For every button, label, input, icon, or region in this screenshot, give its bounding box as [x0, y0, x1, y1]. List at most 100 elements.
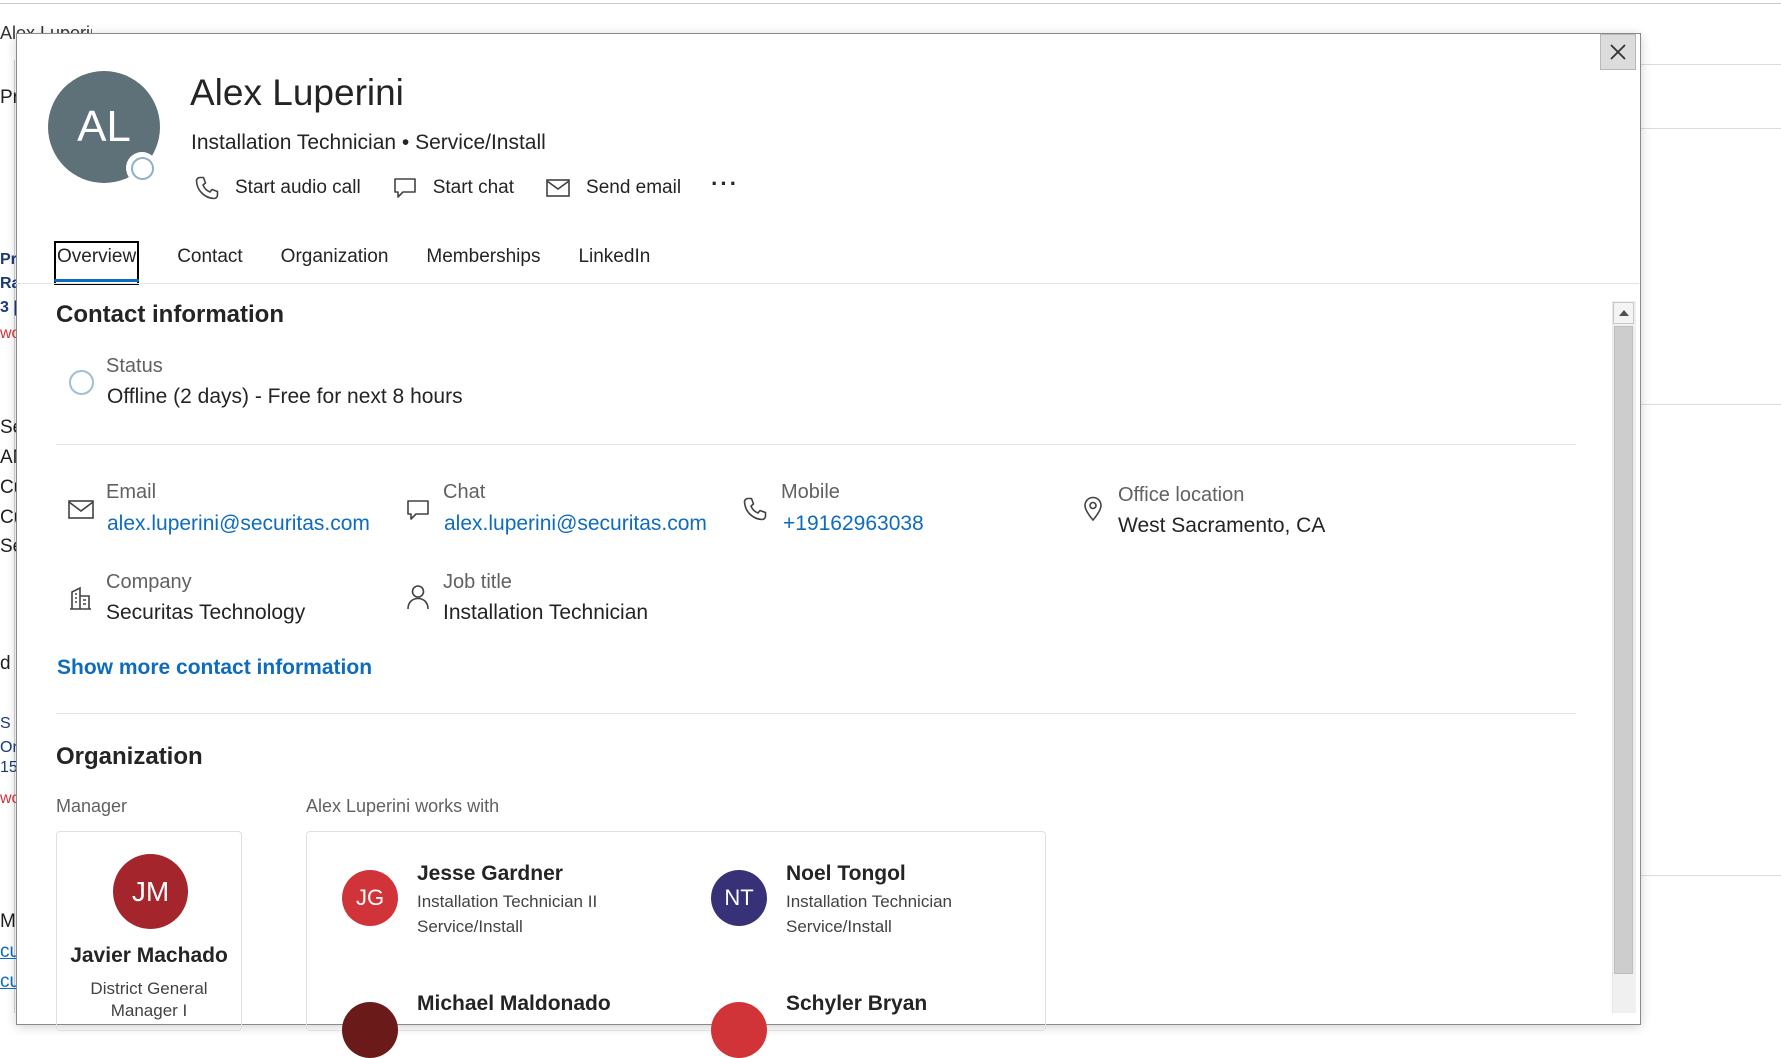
- background-divider: [1639, 64, 1781, 65]
- tab-bar: Overview Contact Organization Membership…: [54, 241, 688, 285]
- tab-memberships-label: Memberships: [426, 246, 541, 267]
- start-audio-call-label: Start audio call: [235, 177, 361, 198]
- coworker-department: Service/Install: [786, 917, 892, 936]
- company-label: Company: [106, 571, 192, 593]
- manager-avatar: JM: [113, 854, 188, 929]
- mail-icon: [546, 179, 570, 197]
- coworker-avatar[interactable]: [342, 1002, 398, 1058]
- office-location-value: West Sacramento, CA: [1118, 514, 1326, 537]
- coworker-initials: JG: [355, 885, 385, 910]
- background-link-fragment[interactable]: cu: [0, 970, 16, 994]
- active-tab-indicator: [54, 279, 140, 282]
- background-divider: [1639, 875, 1781, 876]
- status-label: Status: [106, 355, 163, 377]
- tab-contact-label: Contact: [177, 246, 243, 267]
- presence-offline-icon: [130, 156, 154, 180]
- background-text-fragment: wo: [0, 790, 16, 807]
- background-divider: [1639, 128, 1781, 129]
- coworker-title: Installation Technician: [786, 892, 953, 911]
- coworker-avatar[interactable]: NT: [711, 870, 767, 926]
- tab-linkedin[interactable]: LinkedIn: [578, 243, 650, 285]
- mail-icon: [68, 500, 94, 519]
- background-divider: [1639, 404, 1781, 405]
- company-value: Securitas Technology: [106, 601, 306, 624]
- background-text-fragment: AN: [0, 447, 16, 468]
- background-text-fragment: 3 |: [0, 299, 16, 316]
- manager-initials: JM: [131, 875, 170, 907]
- send-email-label: Send email: [586, 177, 682, 198]
- close-button[interactable]: [1600, 34, 1636, 70]
- start-chat-button[interactable]: Start chat: [391, 174, 514, 202]
- background-text-fragment: Rast: [0, 275, 16, 292]
- show-more-contact-link[interactable]: Show more contact information: [57, 656, 372, 680]
- coworker-name[interactable]: Jesse Gardner: [417, 862, 563, 886]
- coworker-title: Installation Technician II: [417, 892, 598, 911]
- job-title-label: Job title: [443, 571, 512, 593]
- profile-subtitle: Installation Technician • Service/Instal…: [191, 131, 546, 154]
- organization-heading: Organization: [56, 743, 203, 770]
- building-icon: [70, 586, 91, 610]
- presence-indicator: [126, 152, 158, 184]
- job-title-value: Installation Technician: [443, 601, 649, 624]
- tab-divider: [16, 283, 1639, 284]
- chat-icon: [393, 178, 416, 198]
- mobile-label: Mobile: [781, 481, 840, 503]
- coworker-name[interactable]: Michael Maldonado: [417, 992, 611, 1016]
- manager-title: District General Manager I: [90, 979, 208, 1020]
- action-bar: Start audio call Start chat Send email ·…: [193, 171, 739, 203]
- background-link-fragment[interactable]: cu: [0, 940, 16, 964]
- phone-icon: [743, 497, 767, 521]
- background-text-fragment: Cus: [0, 507, 16, 528]
- background-text-fragment: Sec: [0, 417, 16, 438]
- status-offline-icon: [69, 370, 94, 395]
- background-text-fragment: wo: [0, 325, 16, 342]
- works-with-label: Alex Luperini works with: [306, 796, 500, 816]
- tab-linkedin-label: LinkedIn: [578, 246, 651, 267]
- close-icon: [1610, 44, 1626, 60]
- phone-icon: [195, 176, 219, 200]
- manager-name: Javier Machado: [70, 944, 228, 967]
- start-audio-call-button[interactable]: Start audio call: [193, 174, 361, 202]
- background-text-fragment: Ser: [0, 536, 16, 557]
- send-email-button[interactable]: Send email: [544, 174, 681, 202]
- avatar-initials: AL: [77, 102, 131, 151]
- background-text-fragment: Prec: [0, 251, 16, 268]
- more-options-button[interactable]: ···: [711, 171, 739, 197]
- location-pin-icon: [1084, 496, 1102, 522]
- manager-label: Manager: [56, 796, 128, 816]
- tab-organization[interactable]: Organization: [281, 243, 389, 285]
- scrollbar-thumb[interactable]: [1614, 326, 1633, 974]
- person-icon: [407, 585, 429, 610]
- tab-memberships[interactable]: Memberships: [426, 243, 540, 285]
- tab-organization-label: Organization: [280, 246, 389, 267]
- tab-overview[interactable]: Overview: [54, 241, 140, 285]
- tab-contact[interactable]: Contact: [177, 243, 242, 285]
- arrow-up-icon: [1618, 310, 1629, 316]
- background-text-fragment: Prefe: [0, 87, 16, 108]
- background-text-fragment: Cur: [0, 477, 16, 498]
- office-location-label: Office location: [1118, 484, 1245, 506]
- mobile-link[interactable]: +19162963038: [783, 512, 924, 536]
- background-text-fragment: S: [0, 715, 11, 732]
- chat-label: Chat: [443, 481, 486, 503]
- background-window-border: [0, 3, 1781, 4]
- coworker-name[interactable]: Schyler Bryan: [786, 992, 927, 1016]
- section-divider: [56, 444, 1576, 445]
- tab-overview-label: Overview: [57, 246, 137, 267]
- scroll-up-button[interactable]: [1613, 302, 1634, 324]
- background-text-fragment: 15: [0, 759, 16, 776]
- status-value: Offline (2 days) - Free for next 8 hours: [107, 385, 463, 408]
- coworker-avatar[interactable]: [711, 1002, 767, 1058]
- profile-name: Alex Luperini: [190, 72, 404, 113]
- background-text-fragment: d: [0, 653, 11, 674]
- chat-link[interactable]: alex.luperini@securitas.com: [444, 512, 707, 536]
- coworker-department: Service/Install: [417, 917, 523, 936]
- coworker-initials: NT: [724, 885, 754, 910]
- start-chat-label: Start chat: [432, 177, 515, 198]
- background-text-fragment: M: [0, 911, 16, 932]
- email-link[interactable]: alex.luperini@securitas.com: [107, 512, 370, 536]
- coworker-name[interactable]: Noel Tongol: [786, 862, 906, 886]
- section-divider: [56, 713, 1576, 714]
- coworker-avatar[interactable]: JG: [342, 870, 398, 926]
- chat-icon: [407, 500, 429, 520]
